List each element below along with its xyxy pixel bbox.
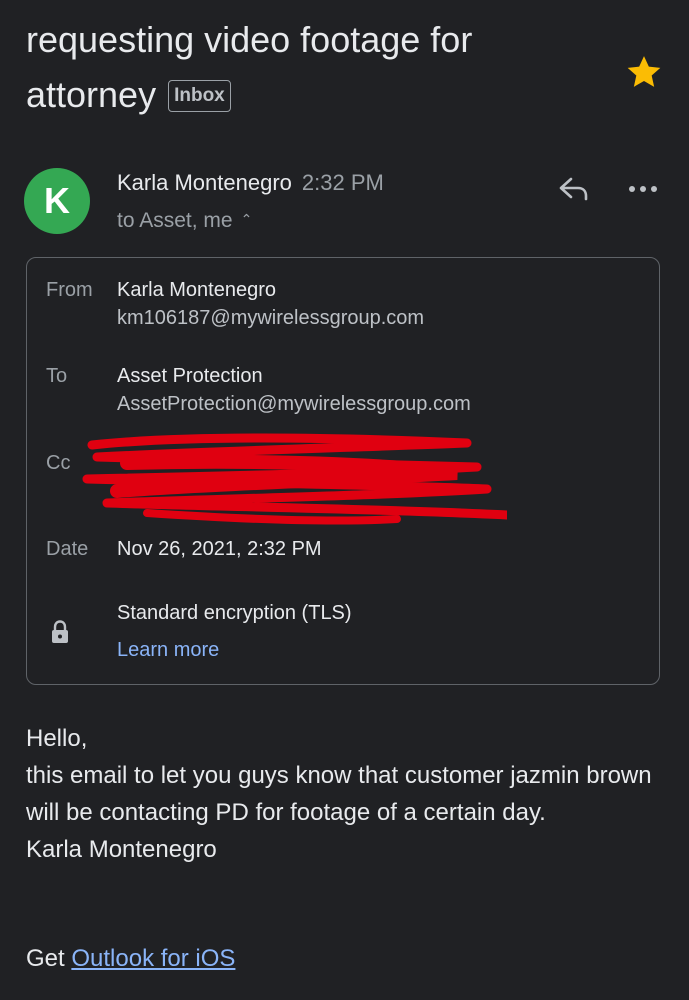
- subject-text: requesting video footage for attorney: [26, 19, 473, 115]
- email-signature: Get Outlook for iOS: [26, 940, 235, 977]
- from-value: Karla Montenegro km106187@mywirelessgrou…: [117, 276, 424, 332]
- learn-more-link[interactable]: Learn more: [117, 636, 352, 664]
- body-line: Karla Montenegro: [26, 836, 217, 863]
- star-icon[interactable]: [624, 52, 664, 92]
- sent-time: 2:32 PM: [301, 170, 384, 195]
- avatar-letter: K: [44, 180, 70, 221]
- sender-header: Karla Montenegro 2:32 PM: [117, 168, 384, 198]
- signature-prefix: Get: [26, 945, 65, 972]
- inbox-label-chip[interactable]: Inbox: [168, 80, 231, 112]
- message-body: Hello, this email to let you guys know t…: [26, 720, 676, 868]
- body-line: this email to let you guys know that cus…: [26, 762, 652, 826]
- message-details-panel: From Karla Montenegro km106187@mywireles…: [26, 257, 660, 685]
- to-value: Asset Protection AssetProtection@mywirel…: [117, 362, 471, 418]
- lock-icon: [52, 620, 68, 643]
- from-email[interactable]: km106187@mywirelessgroup.com: [117, 304, 424, 332]
- chevron-up-icon: ⌃: [240, 211, 253, 227]
- to-email[interactable]: AssetProtection@mywirelessgroup.com: [117, 390, 471, 418]
- recipients-summary: to Asset, me: [117, 209, 233, 232]
- sender-avatar[interactable]: K: [24, 168, 90, 234]
- from-label: From: [46, 279, 93, 301]
- to-name: Asset Protection: [117, 365, 263, 387]
- date-label: Date: [46, 538, 89, 560]
- email-subject: requesting video footage for attorney Inb…: [26, 12, 586, 122]
- date-text: Nov 26, 2021, 2:32 PM: [117, 538, 322, 560]
- sender-name[interactable]: Karla Montenegro: [117, 170, 292, 195]
- outlook-for-ios-link[interactable]: Outlook for iOS: [71, 945, 235, 972]
- encryption-text: Standard encryption (TLS): [117, 602, 352, 624]
- to-label: To: [46, 365, 68, 387]
- more-options-icon[interactable]: [622, 168, 664, 210]
- recipients-summary-toggle[interactable]: to Asset, me ⌃: [117, 204, 252, 236]
- redaction-scribble: [82, 433, 507, 525]
- body-line: Hello,: [26, 725, 88, 752]
- reply-icon[interactable]: [552, 168, 594, 210]
- encryption-info: Standard encryption (TLS) Learn more: [117, 599, 352, 664]
- from-name: Karla Montenegro: [117, 279, 276, 301]
- date-value: Nov 26, 2021, 2:32 PM: [117, 535, 322, 563]
